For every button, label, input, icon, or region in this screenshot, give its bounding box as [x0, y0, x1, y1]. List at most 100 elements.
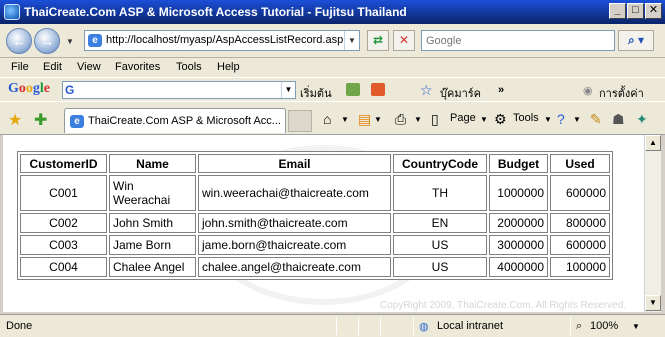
cell-used: 100000 [550, 257, 610, 277]
google-toolbar: Google G ▼ เริ่มต้น ☆ บุ๊คมาร์ค » ◉ การต… [0, 77, 665, 101]
intranet-globe-icon: ◍ [419, 321, 429, 333]
cell-email: win.weerachai@thaicreate.com [198, 175, 391, 211]
back-button[interactable]: ← [6, 28, 32, 54]
new-tab-button[interactable] [288, 110, 312, 132]
forward-arrow-icon: → [40, 33, 54, 49]
stop-button[interactable]: ✕ [393, 30, 415, 51]
page-icon: e [88, 34, 102, 47]
menu-view[interactable]: View [77, 61, 101, 73]
cell-budget: 2000000 [489, 213, 548, 233]
feeds-dropdown[interactable]: ▼ [374, 115, 382, 124]
cell-email: chalee.angel@thaicreate.com [198, 257, 391, 277]
tab-page-icon: e [70, 115, 84, 128]
home-dropdown[interactable]: ▼ [341, 115, 349, 124]
add-favorites-icon[interactable]: ✚ [34, 110, 47, 130]
tab-current[interactable]: e ThaiCreate.Com ASP & Microsoft Acc... [64, 108, 286, 133]
cell-used: 600000 [550, 235, 610, 255]
zoom-level[interactable]: 100% [590, 320, 618, 332]
cell-used: 600000 [550, 175, 610, 211]
cell-email: john.smith@thaicreate.com [198, 213, 391, 233]
menu-tools[interactable]: Tools [176, 61, 202, 73]
google-search-dropdown[interactable]: ▼ [281, 82, 295, 98]
blocker-icon[interactable] [371, 83, 385, 96]
header-country-code: CountryCode [393, 154, 487, 173]
feeds-icon[interactable]: ▤ [358, 111, 371, 128]
status-separator [358, 317, 359, 335]
page-menu-button[interactable]: Page [450, 112, 476, 124]
refresh-button[interactable]: ⇄ [367, 30, 389, 51]
scroll-up-arrow-icon[interactable]: ▲ [645, 135, 661, 151]
google-more-button[interactable]: » [498, 84, 504, 96]
history-dropdown[interactable]: ▼ [66, 37, 74, 46]
page-content: CustomerID Name Email CountryCode Budget… [3, 135, 644, 312]
cell-budget: 3000000 [489, 235, 548, 255]
research-icon[interactable]: ✎ [590, 111, 602, 128]
status-bar: Done ◍ Local intranet ⌕ 100% ▼ [0, 314, 665, 337]
search-button[interactable]: ⌕ ▾ [618, 30, 654, 51]
close-button[interactable]: ✕ [645, 3, 662, 19]
copyright-text: CopyRight 2009, ThaiCreate.Com. All Righ… [380, 300, 627, 311]
title-bar: ThaiCreate.Com ASP & Microsoft Access Tu… [0, 0, 665, 24]
help-dropdown[interactable]: ▼ [573, 115, 581, 124]
google-logo: Google [8, 81, 50, 96]
page-icon-cmd: ▯ [431, 111, 439, 127]
cell-name: Jame Born [109, 235, 196, 255]
scroll-down-arrow-icon[interactable]: ▼ [645, 295, 661, 311]
status-separator [570, 317, 571, 335]
tools-menu-button[interactable]: Tools [513, 112, 539, 124]
google-g-icon: G [65, 83, 75, 97]
header-used: Used [550, 154, 610, 173]
maximize-button[interactable]: □ [627, 3, 644, 19]
security-zone: Local intranet [437, 320, 504, 332]
menu-edit[interactable]: Edit [43, 61, 62, 73]
menu-file[interactable]: File [11, 61, 29, 73]
window-title: ThaiCreate.Com ASP & Microsoft Access Tu… [24, 5, 407, 19]
customer-table: CustomerID Name Email CountryCode Budget… [17, 151, 613, 280]
print-icon[interactable]: ⎙ [395, 111, 406, 128]
cell-country-code: US [393, 257, 487, 277]
header-customer-id: CustomerID [20, 154, 107, 173]
zoom-magnifier-icon: ⌕ [576, 320, 583, 332]
search-box[interactable] [421, 30, 615, 51]
print-dropdown[interactable]: ▼ [414, 115, 422, 124]
google-bookmarks-button[interactable]: บุ๊คมาร์ค [440, 84, 481, 102]
search-icon: ⌕ ▾ [627, 33, 645, 47]
address-field[interactable]: e http://localhost/myasp/AspAccessListRe… [84, 30, 360, 51]
menu-favorites[interactable]: Favorites [115, 61, 160, 73]
stop-icon: ✕ [398, 33, 410, 47]
header-budget: Budget [489, 154, 548, 173]
picture-icon[interactable] [346, 83, 360, 96]
forward-button[interactable]: → [34, 28, 60, 54]
blog-icon[interactable]: ✦ [636, 111, 648, 128]
bookmark-star-icon[interactable]: ☆ [420, 82, 433, 99]
google-search-field[interactable]: G ▼ [62, 81, 296, 99]
google-settings-button[interactable]: การตั้งค่า [599, 84, 644, 102]
url-text: http://localhost/myasp/AspAccessListReco… [106, 34, 344, 46]
address-dropdown[interactable]: ▼ [344, 31, 359, 50]
table-row: C002 John Smith john.smith@thaicreate.co… [20, 213, 610, 233]
cell-customer-id: C004 [20, 257, 107, 277]
tools-gear-icon: ⚙ [494, 111, 507, 127]
messenger-icon[interactable]: ☗ [612, 111, 625, 128]
minimize-button[interactable]: _ [609, 3, 626, 19]
help-icon[interactable]: ? [557, 111, 565, 127]
zoom-dropdown[interactable]: ▼ [632, 322, 640, 331]
cell-customer-id: C001 [20, 175, 107, 211]
home-icon[interactable]: ⌂ [323, 111, 331, 127]
tab-bar: ★ ✚ e ThaiCreate.Com ASP & Microsoft Acc… [0, 101, 665, 135]
tools-dropdown[interactable]: ▼ [544, 115, 552, 124]
menu-help[interactable]: Help [217, 61, 240, 73]
table-row: C003 Jame Born jame.born@thaicreate.com … [20, 235, 610, 255]
google-start-button[interactable]: เริ่มต้น [300, 84, 332, 102]
table-row: C004 Chalee Angel chalee.angel@thaicreat… [20, 257, 610, 277]
cell-email: jame.born@thaicreate.com [198, 235, 391, 255]
vertical-scrollbar[interactable]: ▲ ▼ [644, 135, 661, 312]
cell-used: 800000 [550, 213, 610, 233]
header-name: Name [109, 154, 196, 173]
cell-customer-id: C003 [20, 235, 107, 255]
header-email: Email [198, 154, 391, 173]
page-dropdown[interactable]: ▼ [480, 115, 488, 124]
cell-budget: 4000000 [489, 257, 548, 277]
favorites-star-icon[interactable]: ★ [8, 110, 22, 130]
search-input[interactable] [422, 31, 614, 50]
